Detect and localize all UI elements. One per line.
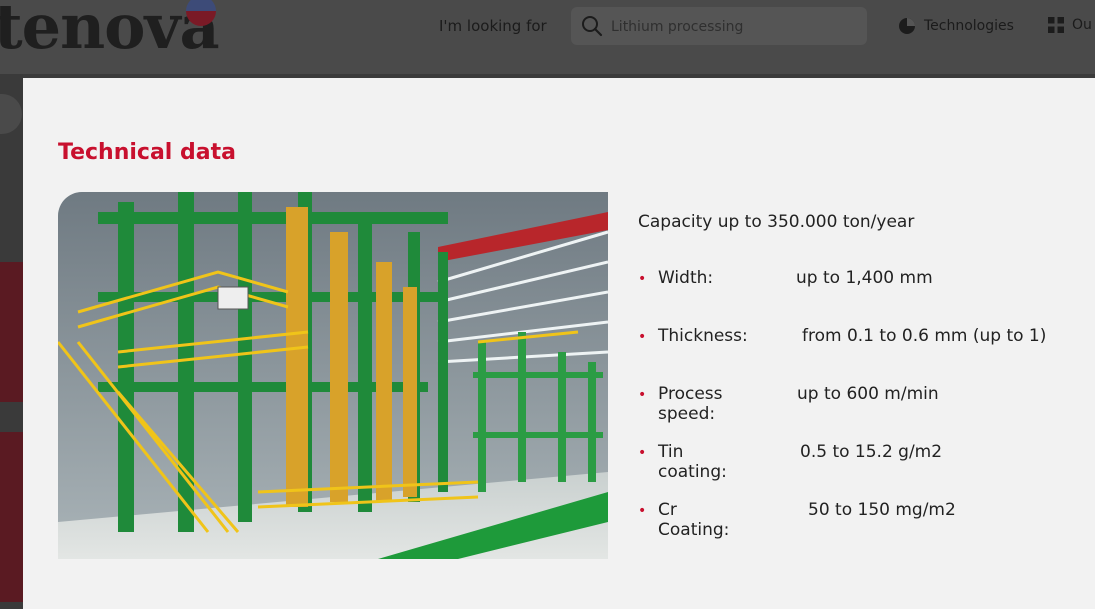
spec-value: up to 600 m/min xyxy=(797,384,939,404)
spec-value: from 0.1 to 0.6 mm (up to 1) xyxy=(802,326,1047,346)
bullet-icon: • xyxy=(638,271,647,287)
bullet-icon: • xyxy=(638,445,647,461)
spec-label: Thickness: xyxy=(658,326,748,346)
spec-value: up to 1,400 mm xyxy=(796,268,933,288)
nav-technologies[interactable]: Technologies xyxy=(898,17,1014,35)
bullet-icon: • xyxy=(638,503,647,519)
production-line-photo xyxy=(58,192,608,559)
site-header: tenova I'm looking for Technologies Ou xyxy=(0,0,1095,74)
spec-label: Tin coating: xyxy=(658,442,727,482)
search-icon[interactable] xyxy=(581,15,603,41)
nav-technologies-label: Technologies xyxy=(924,18,1014,34)
grid-icon xyxy=(1048,17,1064,33)
modal-title: Technical data xyxy=(58,140,236,165)
spec-label: Width: xyxy=(658,268,714,288)
looking-for-label: I'm looking for xyxy=(439,17,547,35)
spec-label: Cr Coating: xyxy=(658,500,730,540)
capacity-text: Capacity up to 350.000 ton/year xyxy=(638,212,915,232)
background-pill xyxy=(0,94,22,134)
background-page-strip xyxy=(0,74,23,609)
background-red-block xyxy=(0,262,23,402)
spec-value: 50 to 150 mg/m2 xyxy=(808,500,956,520)
spec-label: Process speed: xyxy=(658,384,723,424)
bullet-icon: • xyxy=(638,387,647,403)
nav-our-label: Ou xyxy=(1072,17,1092,33)
technical-data-modal: Technical data Capacity up to 350.000 to… xyxy=(23,78,1095,609)
search-input[interactable] xyxy=(609,7,853,47)
pie-icon xyxy=(899,18,915,34)
nav-our[interactable]: Ou xyxy=(1048,17,1092,33)
background-red-block xyxy=(0,432,23,602)
spec-value: 0.5 to 15.2 g/m2 xyxy=(800,442,943,462)
bullet-icon: • xyxy=(638,329,647,345)
search-box[interactable] xyxy=(571,7,867,47)
